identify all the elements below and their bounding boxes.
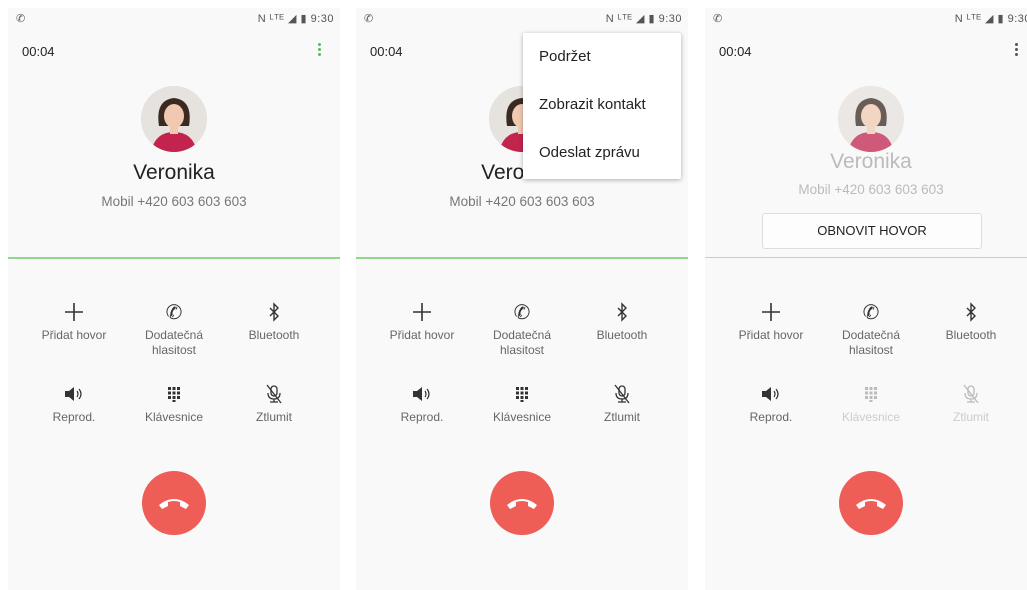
phone-icon: ✆ <box>16 13 26 25</box>
mic-off-icon <box>921 380 1021 408</box>
keypad-icon <box>821 380 921 408</box>
add-call-label: Přidat hovor <box>41 328 107 342</box>
menu-item-hold[interactable]: Podržet <box>523 33 681 81</box>
avatar <box>838 86 904 152</box>
status-indicators: N ᴸᵀᴱ ◢ ▮ 9:30 <box>605 13 682 25</box>
bluetooth-label: Bluetooth <box>945 328 997 342</box>
divider <box>8 257 340 259</box>
keypad-label: Klávesnice <box>492 410 552 424</box>
speaker-button[interactable]: Reprod. <box>24 380 124 425</box>
speaker-icon <box>24 380 124 408</box>
end-call-button[interactable] <box>839 471 903 535</box>
mute-button[interactable]: Ztlumit <box>921 380 1021 425</box>
keypad-button[interactable]: Klávesnice <box>472 380 572 425</box>
overflow-menu: Podržet Zobrazit kontakt Odeslat zprávu <box>523 33 681 179</box>
bluetooth-button[interactable]: Bluetooth <box>572 298 672 343</box>
end-call-icon <box>159 499 189 509</box>
bluetooth-label: Bluetooth <box>248 328 300 342</box>
mute-button[interactable]: Ztlumit <box>572 380 672 425</box>
status-bar: ✆ N ᴸᵀᴱ ◢ ▮ 9:30 <box>705 12 1027 28</box>
end-call-icon <box>507 499 537 509</box>
avatar <box>141 86 207 152</box>
menu-item-send-message[interactable]: Odeslat zprávu <box>523 129 681 177</box>
divider <box>356 257 688 259</box>
call-timer: 00:04 <box>22 44 55 59</box>
keypad-button[interactable]: Klávesnice <box>124 380 224 425</box>
extra-volume-label-2: hlasitost <box>151 343 197 357</box>
extra-volume-label: Dodatečná <box>144 328 204 342</box>
end-call-button[interactable] <box>490 471 554 535</box>
call-timer: 00:04 <box>719 44 752 59</box>
more-options-icon[interactable] <box>1015 43 1019 59</box>
bluetooth-label: Bluetooth <box>596 328 648 342</box>
keypad-icon <box>124 380 224 408</box>
more-options-icon[interactable] <box>318 43 322 59</box>
speaker-label: Reprod. <box>749 410 793 424</box>
extra-volume-button[interactable]: ✆ Dodatečná hlasitost <box>124 298 224 358</box>
mute-label: Ztlumit <box>953 410 989 424</box>
resume-call-button[interactable]: OBNOVIT HOVOR <box>762 213 982 249</box>
extra-volume-label-2: hlasitost <box>848 343 894 357</box>
contact-name: Veronika <box>133 161 215 184</box>
mute-button[interactable]: Ztlumit <box>224 380 324 425</box>
call-timer: 00:04 <box>370 44 403 59</box>
extra-volume-button[interactable]: ✆ Dodatečná hlasitost <box>821 298 921 358</box>
call-screen-menu-open: ✆ N ᴸᵀᴱ ◢ ▮ 9:30 00:04 Veronika Mobil +4… <box>356 8 688 590</box>
phone-volume-icon: ✆ <box>165 301 183 324</box>
end-call-button[interactable] <box>142 471 206 535</box>
call-screen-on-hold: ✆ N ᴸᵀᴱ ◢ ▮ 9:30 00:04 Veronika Mobil +4… <box>705 8 1027 590</box>
keypad-icon <box>472 380 572 408</box>
phone-icon: ✆ <box>364 13 374 25</box>
bluetooth-button[interactable]: Bluetooth <box>224 298 324 343</box>
speaker-button[interactable]: Reprod. <box>721 380 821 425</box>
extra-volume-button[interactable]: ✆ Dodatečná hlasitost <box>472 298 572 358</box>
menu-item-view-contact[interactable]: Zobrazit kontakt <box>523 81 681 129</box>
end-call-icon <box>856 499 886 509</box>
status-indicators: N ᴸᵀᴱ ◢ ▮ 9:30 <box>954 13 1027 25</box>
speaker-label: Reprod. <box>400 410 444 424</box>
status-bar: ✆ N ᴸᵀᴱ ◢ ▮ 9:30 <box>8 12 340 28</box>
phone-volume-icon: ✆ <box>513 301 531 324</box>
add-call-label: Přidat hovor <box>738 328 804 342</box>
keypad-button[interactable]: Klávesnice <box>821 380 921 425</box>
status-bar: ✆ N ᴸᵀᴱ ◢ ▮ 9:30 <box>356 12 688 28</box>
call-screen-active: ✆ N ᴸᵀᴱ ◢ ▮ 9:30 00:04 Veronika Mobil +4… <box>8 8 340 590</box>
keypad-label: Klávesnice <box>841 410 901 424</box>
speaker-button[interactable]: Reprod. <box>372 380 472 425</box>
keypad-label: Klávesnice <box>144 410 204 424</box>
bluetooth-icon <box>572 298 672 326</box>
contact-number: Mobil +420 603 603 603 <box>449 194 595 209</box>
speaker-icon <box>372 380 472 408</box>
contact-number: Mobil +420 603 603 603 <box>101 194 247 209</box>
phone-volume-icon: ✆ <box>862 301 880 324</box>
status-indicators: N ᴸᵀᴱ ◢ ▮ 9:30 <box>257 13 334 25</box>
extra-volume-label: Dodatečná <box>841 328 901 342</box>
contact-name: Veronika <box>830 150 912 173</box>
plus-icon <box>372 298 472 326</box>
speaker-label: Reprod. <box>52 410 96 424</box>
mute-label: Ztlumit <box>256 410 292 424</box>
contact-number: Mobil +420 603 603 603 <box>798 182 944 197</box>
bluetooth-button[interactable]: Bluetooth <box>921 298 1021 343</box>
extra-volume-label: Dodatečná <box>492 328 552 342</box>
phone-held-icon: ✆ <box>713 13 723 25</box>
add-call-label: Přidat hovor <box>389 328 455 342</box>
bluetooth-icon <box>921 298 1021 326</box>
plus-icon <box>24 298 124 326</box>
mute-label: Ztlumit <box>604 410 640 424</box>
speaker-icon <box>721 380 821 408</box>
add-call-button[interactable]: Přidat hovor <box>372 298 472 343</box>
add-call-button[interactable]: Přidat hovor <box>24 298 124 343</box>
mic-off-icon <box>572 380 672 408</box>
bluetooth-icon <box>224 298 324 326</box>
plus-icon <box>721 298 821 326</box>
mic-off-icon <box>224 380 324 408</box>
extra-volume-label-2: hlasitost <box>499 343 545 357</box>
divider <box>705 257 1027 258</box>
add-call-button[interactable]: Přidat hovor <box>721 298 821 343</box>
